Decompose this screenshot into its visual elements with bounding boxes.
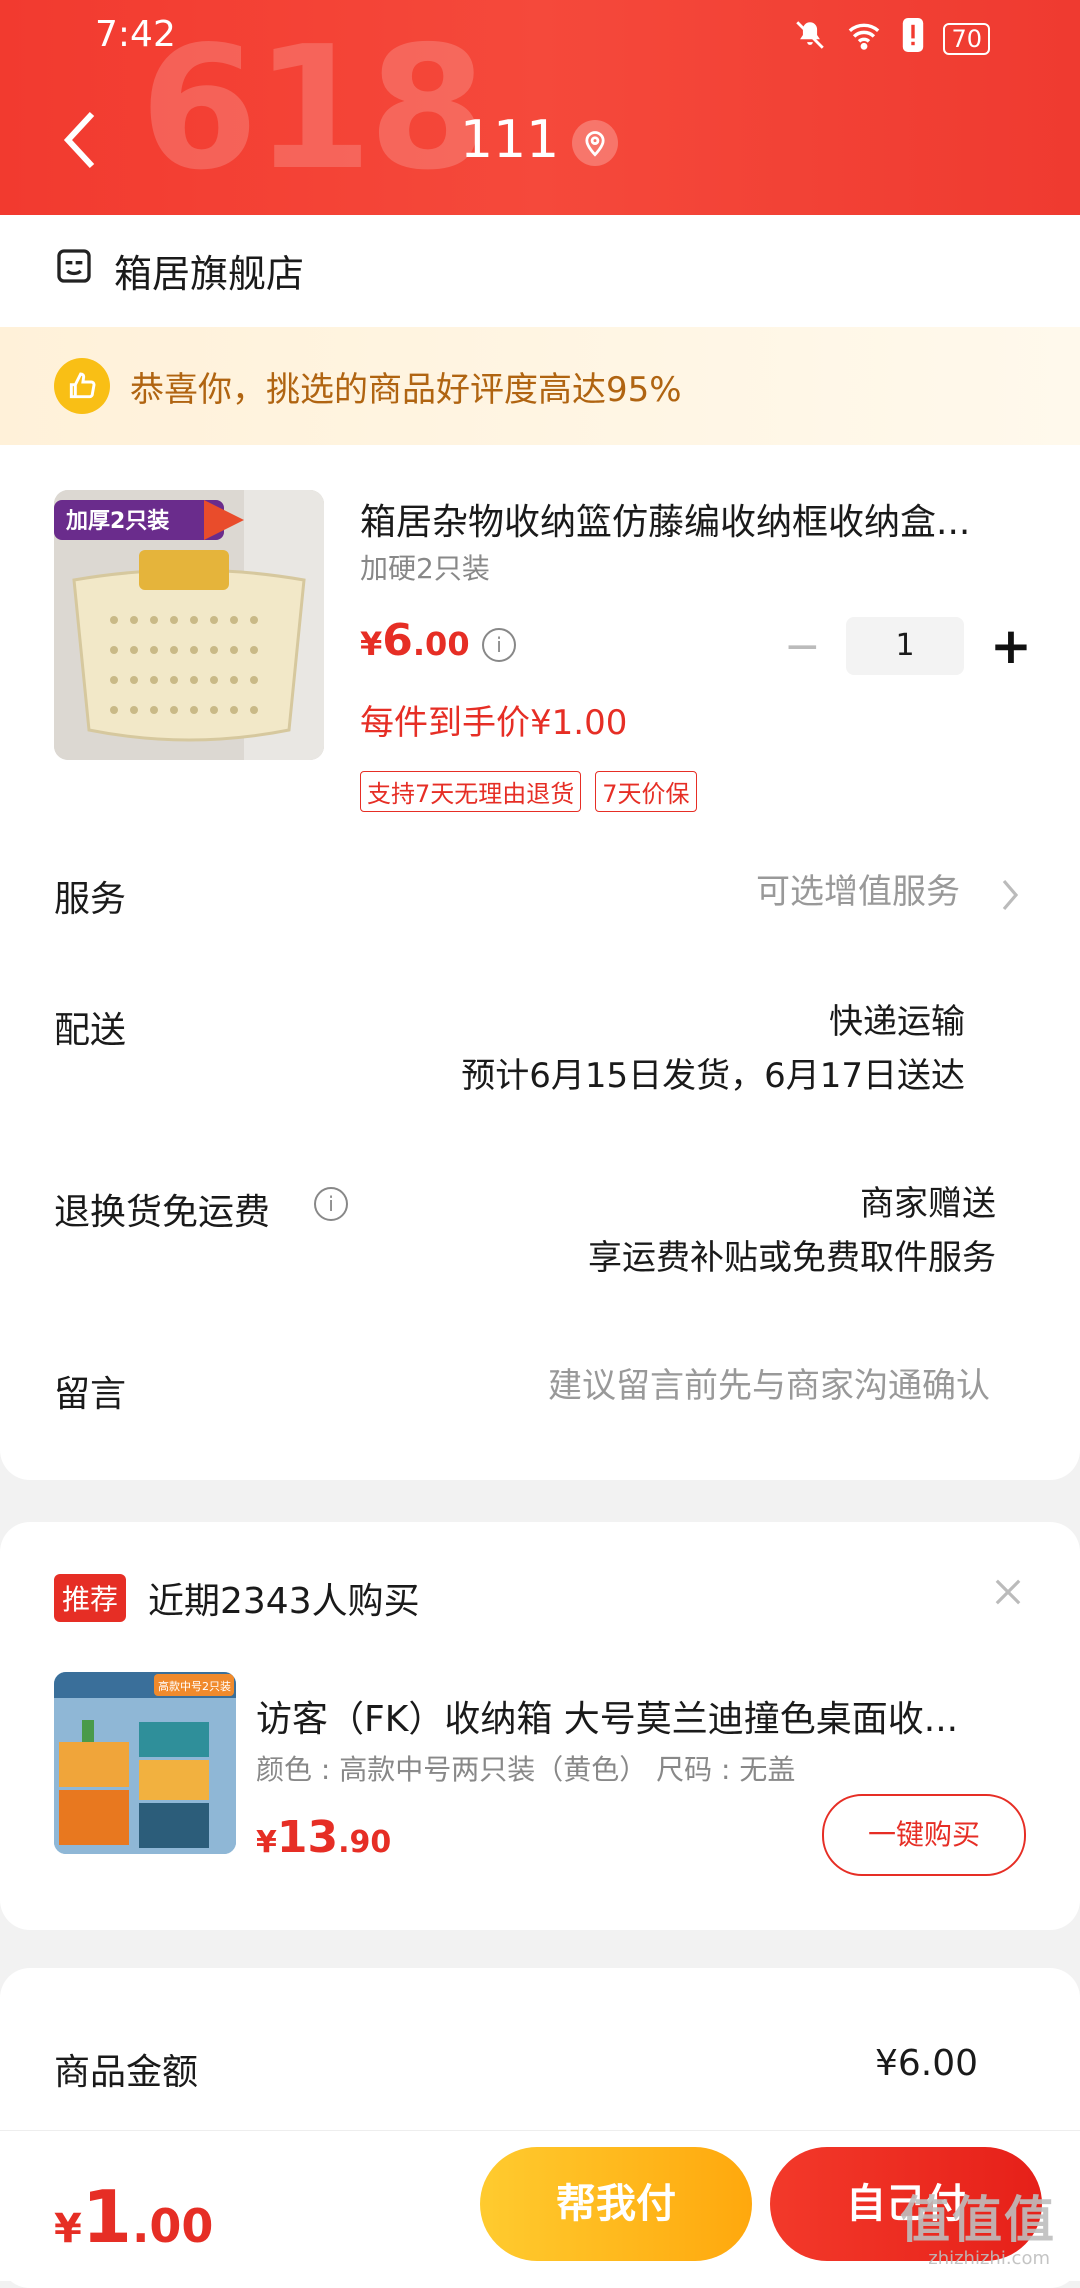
return-shipping-info: 商家赠送 享运费补贴或免费取件服务 [588, 1177, 996, 1285]
price-info-icon[interactable]: i [482, 628, 516, 662]
delivery-method: 快递运输 [829, 1002, 965, 1042]
watermark-sub: zhizhizhi.com [928, 2248, 1050, 2269]
wifi-icon [845, 18, 883, 60]
unit-price: 每件到手价¥1.00 [360, 703, 628, 743]
increase-button[interactable]: + [990, 617, 1032, 675]
back-button[interactable] [60, 110, 100, 170]
alert-icon [901, 18, 925, 60]
praise-text: 恭喜你，挑选的商品好评度高达95% [130, 369, 682, 410]
mute-icon [793, 18, 827, 60]
product-spec: 加硬2只装 [360, 552, 490, 585]
total-price: ¥1.00 [54, 2175, 214, 2259]
delivery-eta: 预计6月15日发货，6月17日送达 [461, 1056, 965, 1096]
recommend-title: 近期2343人购买 [148, 1581, 420, 1622]
recommend-name[interactable]: 访客（FK）收纳箱 大号莫兰迪撞色桌面收... [256, 1690, 1016, 1742]
location-icon[interactable] [572, 120, 618, 166]
chevron-right-icon[interactable] [1000, 877, 1020, 913]
praise-banner: 恭喜你，挑选的商品好评度高达95% [0, 327, 1080, 445]
close-icon[interactable] [992, 1576, 1024, 1608]
decrease-button[interactable]: − [784, 621, 821, 672]
tag-price-protect: 7天价保 [595, 771, 697, 812]
thumbs-up-icon [54, 358, 110, 414]
product-tags: 支持7天无理由退货 7天价保 [360, 771, 697, 812]
product-image[interactable]: 加厚2只装 [54, 490, 324, 760]
tag-return: 支持7天无理由退货 [360, 771, 582, 812]
delivery-label: 配送 [54, 1010, 127, 1051]
product-price: ¥6.00 [360, 615, 470, 666]
promo-618-background: 618 [140, 10, 487, 208]
return-shipping-label: 退换货免运费 [54, 1192, 271, 1233]
store-icon [54, 246, 94, 295]
recommend-badge: 推荐 [54, 1574, 127, 1622]
watermark: 值值值 [900, 2191, 1056, 2249]
product-title[interactable]: 箱居杂物收纳篮仿藤编收纳框收纳盒... [360, 493, 1030, 545]
amount-label: 商品金额 [54, 2052, 199, 2093]
pay-for-me-button[interactable]: 帮我付 [480, 2147, 752, 2261]
recommend-spec: 颜色 : 高款中号两只装（黄色） 尺码 : 无盖 [256, 1753, 796, 1786]
page-title: 111 [460, 110, 560, 170]
delivery-info[interactable]: 快递运输 预计6月15日发货，6月17日送达 [461, 995, 965, 1103]
store-name: 箱居旗舰店 [114, 252, 305, 296]
quantity-value[interactable]: 1 [846, 617, 964, 675]
quantity-stepper: − 1 + [784, 617, 1032, 675]
quick-buy-button[interactable]: 一键购买 [822, 1794, 1026, 1876]
order-card: 箱居旗舰店 恭喜你，挑选的商品好评度高达95% 加厚2只装 箱居杂物收纳篮仿藤编… [0, 215, 1080, 1480]
service-label: 服务 [54, 879, 127, 920]
svg-text:高款中号2只装: 高款中号2只装 [158, 1679, 231, 1693]
recommend-card: 推荐 近期2343人购买 高款中号2只装 访客（FK）收纳箱 大号莫兰迪撞色桌面… [0, 1522, 1080, 1930]
battery-icon: 70 [943, 23, 990, 55]
status-time: 7:42 [95, 14, 176, 55]
message-input[interactable]: 建议留言前先与商家沟通确认 [548, 1359, 990, 1413]
amount-value: ¥6.00 [874, 2043, 978, 2084]
message-label: 留言 [54, 1374, 127, 1415]
store-header[interactable]: 箱居旗舰店 [54, 243, 304, 298]
svg-text:加厚2只装: 加厚2只装 [65, 509, 169, 534]
header-bar: 618 7:42 70 111 [0, 0, 1080, 220]
recommend-price: ¥13.90 [256, 1812, 392, 1863]
recommend-image[interactable]: 高款中号2只装 [54, 1672, 236, 1854]
return-value-1: 商家赠送 [860, 1184, 996, 1224]
return-info-icon[interactable]: i [314, 1187, 348, 1221]
status-icons: 70 [793, 18, 990, 60]
service-value[interactable]: 可选增值服务 [756, 865, 960, 919]
return-value-2: 享运费补贴或免费取件服务 [588, 1238, 996, 1278]
